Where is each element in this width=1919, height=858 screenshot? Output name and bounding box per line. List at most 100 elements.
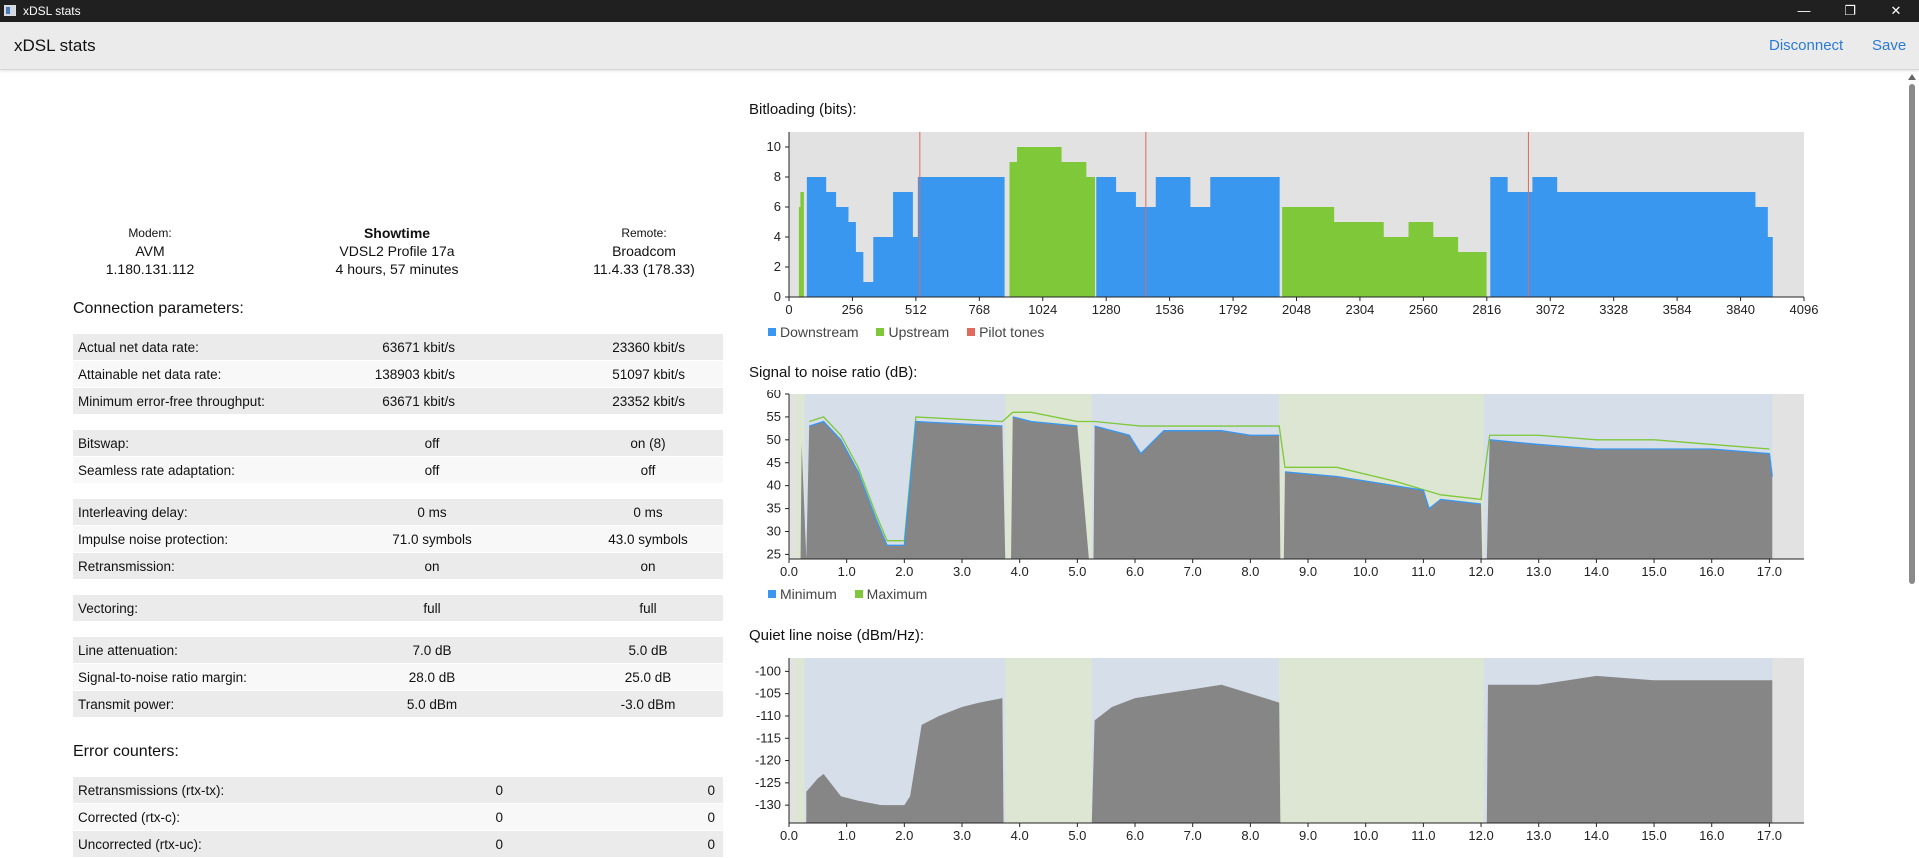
qln-x-tick-label: 3.0: [953, 828, 971, 843]
qln-x-tick-label: 0.0: [780, 828, 798, 843]
modem-info: Modem: AVM 1.180.131.112: [80, 224, 220, 278]
remote-label: Remote:: [621, 226, 667, 240]
qln-band: [1005, 658, 1092, 823]
bitloading-x-tick-label: 2304: [1345, 302, 1374, 317]
table-row: Minimum error-free throughput: 63671 kbi…: [73, 388, 723, 415]
row-label: Vectoring:: [78, 601, 139, 616]
snr-y-tick-label: 50: [767, 432, 781, 447]
window-title: xDSL stats: [23, 4, 81, 18]
qln-y-tick-label: -120: [755, 753, 781, 768]
upstream-value: off: [640, 463, 656, 478]
disconnect-button[interactable]: Disconnect: [1769, 37, 1843, 54]
qln-chart: 0.0 1.0 2.0 3.0 4.0 5.0 6.0 7.0 8.0 9.0 10.0 11.0 12…: [755, 658, 1804, 843]
snr-x-tick-label: 3.0: [953, 564, 971, 579]
legend-label: Minimum: [780, 586, 837, 602]
snr-x-tick-label: 8.0: [1241, 564, 1259, 579]
bitloading-x-tick-label: 3584: [1663, 302, 1692, 317]
bitloading-x-tick-label: 1024: [1028, 302, 1057, 317]
snr-chart: 0.0 1.0 2.0 3.0 4.0 5.0 6.0 7.0 8.0 9.0 10.0 11.0 12…: [767, 390, 1804, 579]
bitloading-x-tick-label: 2048: [1282, 302, 1311, 317]
scrollbar-thumb[interactable]: [1909, 84, 1915, 584]
legend-label: Maximum: [866, 586, 928, 602]
qln-band: [794, 658, 805, 823]
qln-x-tick-label: 4.0: [1011, 828, 1029, 843]
snr-x-tick-label: 2.0: [895, 564, 913, 579]
downstream-value: 71.0 symbols: [392, 532, 472, 547]
upstream-swatch-icon: [876, 328, 885, 336]
bitloading-x-tick-label: 4096: [1790, 302, 1819, 317]
table-row: Seamless rate adaptation: off off: [73, 457, 723, 484]
downstream-value: 5.0 dBm: [406, 697, 458, 712]
snr-x-tick-label: 17.0: [1757, 564, 1782, 579]
row-label: Minimum error-free throughput:: [78, 394, 265, 409]
minimum-swatch-icon: [768, 590, 776, 598]
legend-maximum: Maximum: [854, 586, 928, 602]
modem-label: Modem:: [128, 226, 172, 240]
downstream-value: off: [424, 463, 440, 478]
row-label: Bitswap:: [78, 436, 130, 451]
snr-chart-title: Signal to noise ratio (dB):: [749, 364, 918, 381]
remote-info: Remote: Broadcom 11.4.33 (178.33): [569, 224, 719, 278]
row-label: Impulse noise protection:: [78, 532, 229, 547]
row-label: Line attenuation:: [78, 643, 178, 658]
line-status: Showtime: [363, 225, 431, 241]
upstream-value: 0 ms: [633, 505, 663, 520]
table-row: Attainable net data rate: 138903 kbit/s …: [73, 361, 723, 388]
qln-y-tick-label: -105: [755, 686, 781, 701]
qln-x-tick-label: 15.0: [1641, 828, 1666, 843]
downstream-value: 63671 kbit/s: [382, 394, 455, 409]
connection-parameters-table: Actual net data rate: 63671 kbit/s 23360…: [73, 334, 723, 718]
qln-chart-title: Quiet line noise (dBm/Hz):: [749, 627, 925, 644]
error-counters-table: Retransmissions (rtx-tx): 0 0 Corrected …: [73, 777, 723, 858]
bitloading-y-tick-label: 10: [767, 139, 781, 154]
qln-y-tick-label: -100: [755, 663, 781, 678]
legend-label: Upstream: [888, 324, 950, 340]
qln-x-tick-label: 12.0: [1468, 828, 1493, 843]
legend-pilot-tones: Pilot tones: [967, 324, 1044, 340]
scroll-up-icon[interactable]: [1908, 74, 1916, 80]
snr-x-tick-label: 6.0: [1126, 564, 1144, 579]
remote-version: 11.4.33 (178.33): [593, 261, 695, 277]
bitloading-x-tick-label: 1536: [1155, 302, 1184, 317]
snr-y-tick-label: 60: [767, 390, 781, 401]
qln-y-tick-label: -110: [756, 708, 781, 723]
bitloading-x-tick-label: 0: [785, 302, 792, 317]
legend-downstream: Downstream: [768, 324, 859, 340]
snr-x-tick-label: 0.0: [780, 564, 798, 579]
save-button[interactable]: Save: [1872, 37, 1906, 54]
bitloading-x-tick-label: 3328: [1599, 302, 1628, 317]
bitloading-chart: 0 256 512 768 1024 1280 1536 1792 2048 2304 2560 28…: [767, 132, 1819, 317]
bitloading-y-tick-label: 2: [774, 259, 781, 274]
line-uptime: 4 hours, 57 minutes: [335, 261, 459, 277]
modem-version: 1.180.131.112: [105, 261, 195, 277]
downstream-swatch-icon: [768, 328, 776, 336]
table-row: Impulse noise protection: 71.0 symbols 4…: [73, 526, 723, 553]
upstream-value: 43.0 symbols: [608, 532, 688, 547]
table-row: Bitswap: off on (8): [73, 430, 723, 457]
snr-x-tick-label: 7.0: [1184, 564, 1202, 579]
scrollbar[interactable]: [1905, 72, 1919, 854]
connection-parameters-title: Connection parameters:: [73, 300, 244, 317]
restore-icon[interactable]: ❐: [1827, 0, 1873, 22]
bitloading-x-tick-label: 2560: [1409, 302, 1438, 317]
table-row: Transmit power: 5.0 dBm -3.0 dBm: [73, 691, 723, 718]
qln-x-tick-label: 9.0: [1299, 828, 1317, 843]
qln-band: [1279, 658, 1484, 823]
snr-x-tick-label: 14.0: [1584, 564, 1609, 579]
downstream-value: 28.0 dB: [408, 670, 456, 685]
pilot-swatch-icon: [967, 328, 976, 336]
bitloading-y-tick-label: 4: [774, 229, 781, 244]
bitloading-x-tick-label: 2816: [1472, 302, 1501, 317]
qln-y-tick-label: -130: [755, 797, 781, 812]
line-state-info: Showtime VDSL2 Profile 17a 4 hours, 57 m…: [317, 224, 477, 278]
bitloading-x-tick-label: 1280: [1092, 302, 1121, 317]
minimize-icon[interactable]: —: [1781, 0, 1827, 22]
snr-y-tick-label: 25: [767, 546, 781, 561]
snr-y-tick-label: 45: [767, 455, 781, 470]
close-icon[interactable]: ✕: [1873, 0, 1919, 22]
snr-x-tick-label: 10.0: [1353, 564, 1378, 579]
qln-x-tick-label: 16.0: [1699, 828, 1724, 843]
table-row: Interleaving delay: 0 ms 0 ms: [73, 499, 723, 526]
row-label: Attainable net data rate:: [78, 367, 222, 382]
snr-x-tick-label: 4.0: [1011, 564, 1029, 579]
